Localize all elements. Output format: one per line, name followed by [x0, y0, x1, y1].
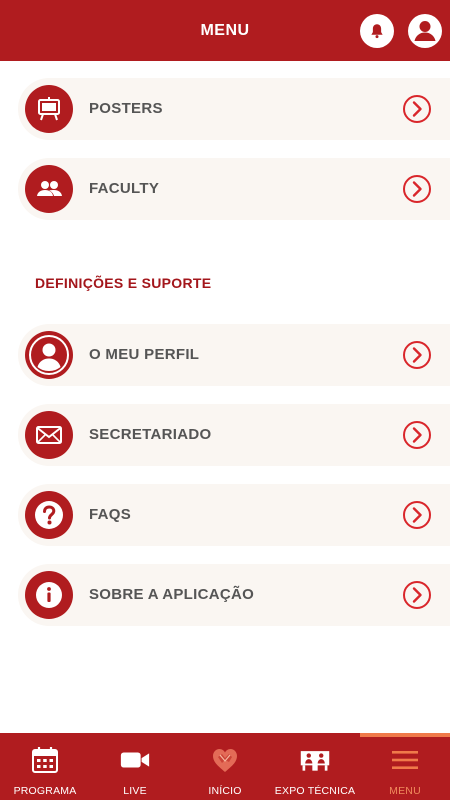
tab-label: MENU [389, 785, 421, 797]
menu-item-faqs[interactable]: FAQS [18, 484, 450, 546]
bottom-tab-bar: PROGRAMA LIVE INÍCIO EXPO TÉCNICA MENU [0, 733, 450, 800]
calendar-icon [29, 744, 61, 776]
menu-item-label: SECRETARIADO [89, 426, 212, 443]
top-bar: MENU [0, 0, 450, 61]
tab-label: EXPO TÉCNICA [274, 785, 356, 797]
menu-item-posters[interactable]: POSTERS [18, 78, 450, 140]
menu-item-about[interactable]: SOBRE A APLICAÇÃO [18, 564, 450, 626]
menu-item-secretariat[interactable]: SECRETARIADO [18, 404, 450, 466]
mail-icon [25, 411, 73, 459]
info-icon [25, 571, 73, 619]
bell-icon [371, 24, 383, 39]
video-camera-icon [119, 744, 151, 776]
menu-item-label: SOBRE A APLICAÇÃO [89, 586, 255, 603]
easel-icon [25, 85, 73, 133]
menu-item-label: O MEU PERFIL [89, 346, 200, 363]
page-title: MENU [200, 21, 250, 39]
chevron-right-icon[interactable] [402, 174, 432, 204]
active-tab-indicator [360, 733, 450, 737]
menu-item-profile[interactable]: O MEU PERFIL [18, 324, 450, 386]
menu-item-faculty[interactable]: FACULTY [18, 158, 450, 220]
question-icon [25, 491, 73, 539]
user-icon [25, 331, 73, 379]
menu-item-label: POSTERS [89, 100, 163, 117]
chevron-right-icon[interactable] [402, 420, 432, 450]
heart-logo-icon [209, 744, 241, 776]
notifications-button[interactable] [360, 14, 394, 48]
tab-live[interactable]: LIVE [90, 733, 180, 800]
menu-item-label: FACULTY [89, 180, 160, 197]
chevron-right-icon[interactable] [402, 580, 432, 610]
tab-expo-tecnica[interactable]: EXPO TÉCNICA [270, 733, 360, 800]
expo-icon [299, 744, 331, 776]
hamburger-icon [389, 744, 421, 776]
chevron-right-icon[interactable] [402, 94, 432, 124]
tab-label: PROGRAMA [13, 785, 77, 797]
tab-label: INÍCIO [208, 785, 242, 797]
tab-label: LIVE [123, 785, 147, 797]
tab-programa[interactable]: PROGRAMA [0, 733, 90, 800]
profile-button[interactable] [408, 14, 442, 48]
menu-item-label: FAQS [89, 506, 132, 523]
chevron-right-icon[interactable] [402, 340, 432, 370]
tab-inicio[interactable]: INÍCIO [180, 733, 270, 800]
user-icon [414, 21, 436, 41]
tab-menu[interactable]: MENU [360, 733, 450, 800]
chevron-right-icon[interactable] [402, 500, 432, 530]
section-title: DEFINIÇÕES E SUPORTE [35, 275, 212, 291]
group-icon [25, 165, 73, 213]
